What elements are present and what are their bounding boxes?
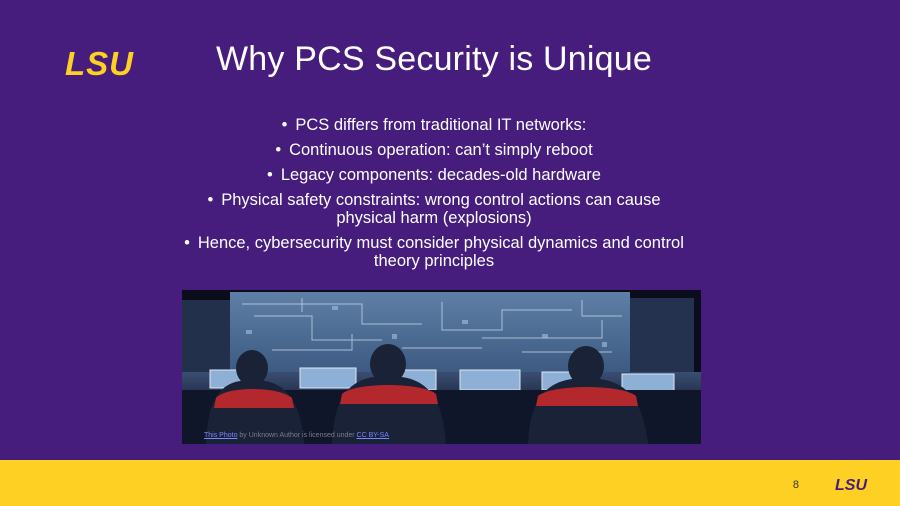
- bullet-item: • Hence, cybersecurity must consider phys…: [180, 234, 688, 270]
- bullet-item: • Continuous operation: can’t simply rebo…: [180, 141, 688, 159]
- bullet-marker: •: [207, 191, 214, 209]
- footer-bar: 8 LSU: [0, 460, 900, 506]
- bullet-marker: •: [275, 141, 282, 159]
- bullet-marker: •: [281, 116, 288, 134]
- slide-title: Why PCS Security is Unique: [215, 40, 652, 78]
- bullet-text: Physical safety constraints: wrong contr…: [221, 191, 661, 227]
- logo-text: LSU: [65, 48, 134, 77]
- bullet-text: Legacy components: decades-old hardware: [280, 166, 601, 184]
- lsu-logo-small: LSU: [835, 477, 867, 491]
- bullet-item: • Physical safety constraints: wrong cont…: [180, 191, 688, 227]
- bullet-item: • Legacy components: decades-old hardware: [180, 166, 688, 184]
- photo-credit: This Photo by Unknown Author is licensed…: [204, 432, 389, 439]
- lsu-logo: LSU: [65, 48, 134, 77]
- bullet-text: Hence, cybersecurity must consider physi…: [197, 234, 684, 270]
- bullet-marker: •: [267, 166, 273, 184]
- bullet-text: PCS differs from traditional IT networks…: [295, 116, 587, 134]
- bullet-list: • PCS differs from traditional IT network…: [180, 116, 688, 277]
- license-link[interactable]: CC BY-SA: [357, 432, 389, 439]
- logo-text-small: LSU: [835, 477, 867, 491]
- bullet-text: Continuous operation: can’t simply reboo…: [289, 141, 593, 159]
- control-room-photo: This Photo by Unknown Author is licensed…: [182, 290, 701, 444]
- photo-credit-link[interactable]: This Photo: [204, 432, 237, 439]
- control-room-illustration: [182, 290, 701, 444]
- bullet-item: • PCS differs from traditional IT network…: [180, 116, 688, 134]
- photo-credit-text: by Unknown Author is licensed under: [237, 432, 357, 439]
- page-number: 8: [792, 479, 799, 491]
- bullet-marker: •: [184, 234, 190, 252]
